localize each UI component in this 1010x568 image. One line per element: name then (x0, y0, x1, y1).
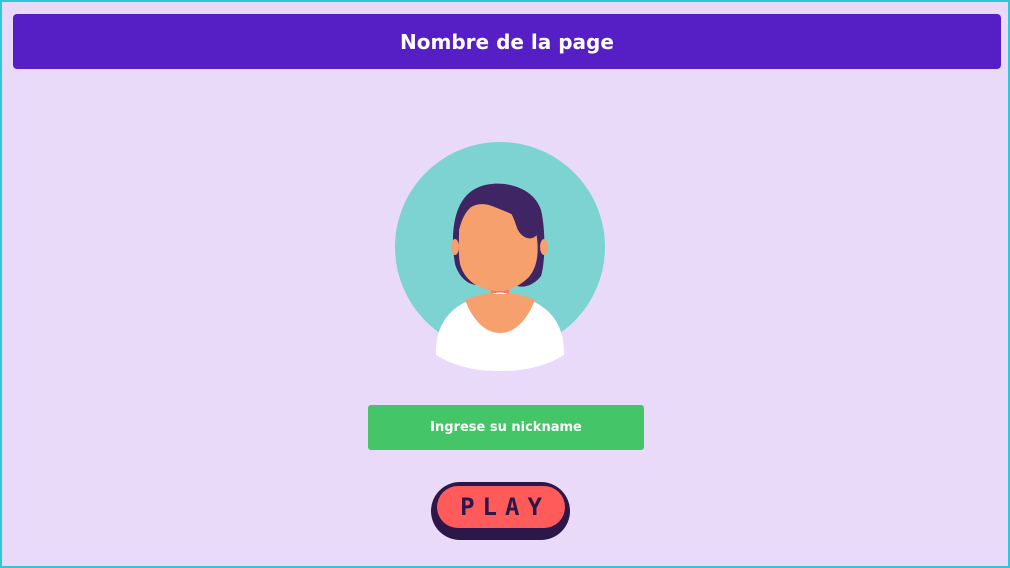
nickname-button-label: Ingrese su nickname (430, 420, 582, 435)
play-button-label: PLAY (460, 493, 550, 521)
page-frame: Nombre de la page Ingrese su nickname PL… (0, 0, 1010, 568)
nickname-button[interactable]: Ingrese su nickname (368, 405, 644, 450)
avatar (395, 142, 605, 374)
page-header: Nombre de la page (13, 14, 1001, 69)
play-button[interactable]: PLAY (437, 486, 565, 528)
avatar-icon (395, 142, 605, 371)
page-title: Nombre de la page (400, 29, 614, 54)
